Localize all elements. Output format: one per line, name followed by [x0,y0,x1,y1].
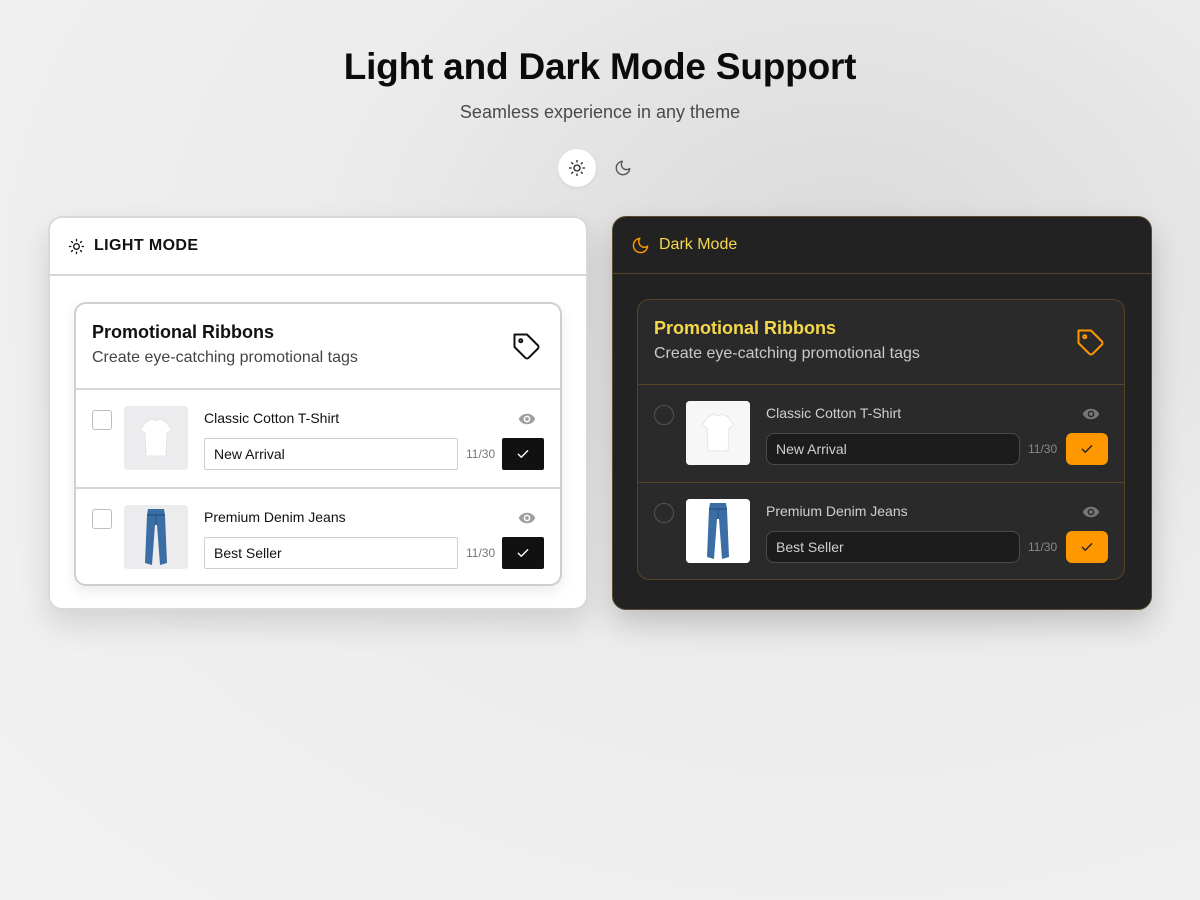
check-icon [1081,543,1093,551]
product-name: Classic Cotton T-Shirt [204,410,340,426]
save-button[interactable] [502,537,544,569]
eye-icon[interactable] [1082,405,1100,423]
list-item: Premium Denim Jeans 11/30 [638,482,1124,579]
light-theme-button[interactable] [558,149,596,187]
product-name: Premium Denim Jeans [204,509,346,525]
moon-icon [615,160,631,176]
dark-mode-panel: Dark Mode Promotional Ribbons Create eye… [612,216,1152,610]
sun-icon [568,159,586,177]
list-item: Classic Cotton T-Shirt 11/30 [638,385,1124,482]
select-checkbox[interactable] [92,410,112,430]
dark-theme-button[interactable] [604,149,642,187]
check-icon [517,549,529,557]
card-description: Create eye-catching promotional tags [92,349,358,366]
ribbon-text-input[interactable] [204,438,458,470]
select-checkbox[interactable] [654,503,674,523]
product-thumbnail-t-shirt [124,406,188,470]
card-description: Create eye-catching promotional tags [654,345,920,362]
list-item: Classic Cotton T-Shirt 11/30 [76,390,560,487]
light-mode-panel: LIGHT MODE Promotional Ribbons Create ey… [48,216,588,610]
promotional-ribbons-card: Promotional Ribbons Create eye-catching … [74,302,562,586]
list-item: Premium Denim Jeans 11/30 [76,487,560,584]
ribbon-text-input[interactable] [766,433,1020,465]
save-button[interactable] [1066,531,1108,563]
character-counter: 11/30 [1028,442,1058,456]
save-button[interactable] [502,438,544,470]
tag-icon [513,333,540,360]
panel-label: LIGHT MODE [94,237,199,254]
character-counter: 11/30 [466,447,496,461]
page-subtitle: Seamless experience in any theme [459,102,741,122]
theme-toggle [558,149,644,187]
character-counter: 11/30 [1028,540,1058,554]
card-title: Promotional Ribbons [92,322,274,342]
check-icon [1081,445,1093,453]
card-title: Promotional Ribbons [654,318,836,338]
panel-label: Dark Mode [659,236,738,253]
page-title: Light and Dark Mode Support [343,46,857,87]
moon-icon [632,237,649,253]
product-thumbnail-t-shirt [686,401,750,465]
card-header: Promotional Ribbons Create eye-catching … [638,300,1124,385]
select-checkbox[interactable] [92,509,112,529]
select-checkbox[interactable] [654,405,674,425]
tag-icon [1077,329,1104,356]
ribbon-text-input[interactable] [204,537,458,569]
check-icon [517,450,529,458]
product-thumbnail-jeans [124,505,188,569]
eye-icon[interactable] [1082,503,1100,521]
product-thumbnail-jeans [686,499,750,563]
character-counter: 11/30 [466,546,496,560]
sun-icon [68,238,85,254]
panel-header: LIGHT MODE [50,218,586,276]
card-header: Promotional Ribbons Create eye-catching … [76,304,560,390]
product-name: Premium Denim Jeans [766,503,908,519]
eye-icon[interactable] [518,410,536,428]
product-name: Classic Cotton T-Shirt [766,405,902,421]
panel-header: Dark Mode [613,217,1151,274]
eye-icon[interactable] [518,509,536,527]
save-button[interactable] [1066,433,1108,465]
ribbon-text-input[interactable] [766,531,1020,563]
promotional-ribbons-card: Promotional Ribbons Create eye-catching … [637,299,1125,580]
